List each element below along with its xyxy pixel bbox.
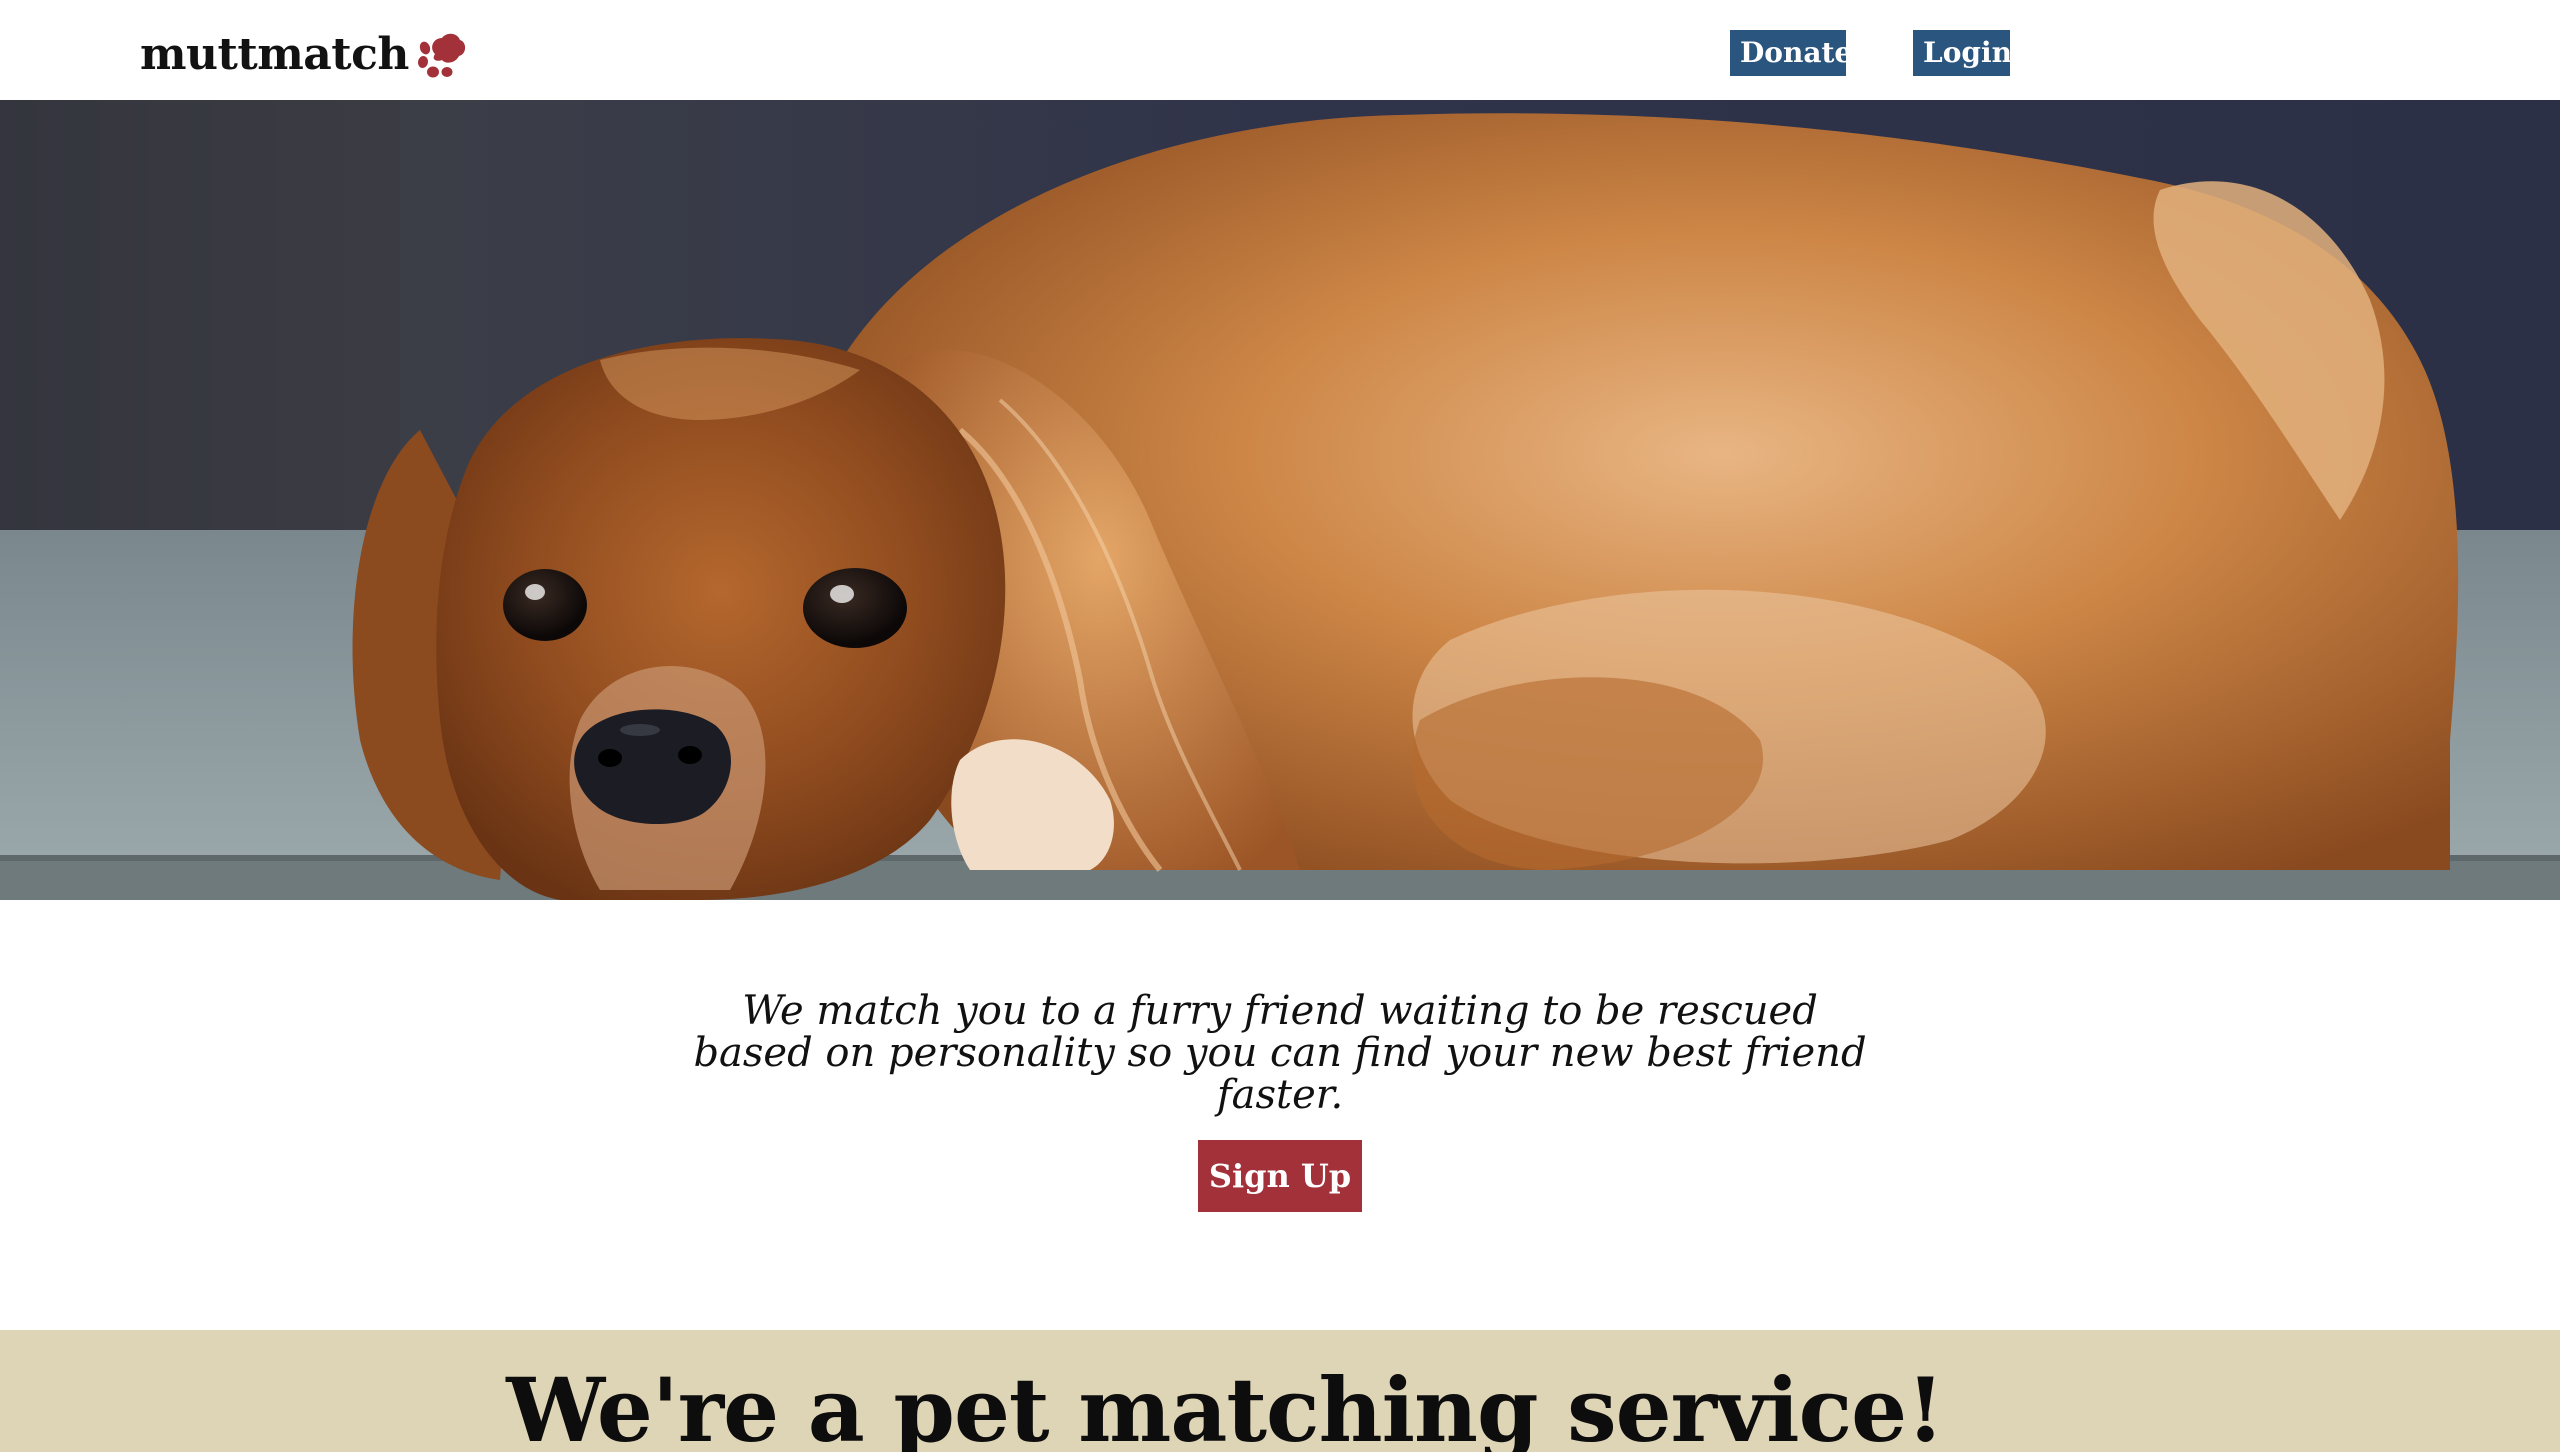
logo-text: muttmatch [140, 28, 409, 80]
about-section: We're a pet matching service! [0, 1330, 2560, 1452]
donate-button[interactable]: Donate [1730, 30, 1852, 76]
dog-photo [0, 100, 2560, 900]
logo-link[interactable]: muttmatch [140, 26, 471, 82]
top-navbar: muttmatch Donate Login [0, 0, 2560, 100]
tagline-text: We match you to a furry friend waiting t… [693, 988, 1867, 1118]
login-button[interactable]: Login [1913, 30, 2012, 76]
sign-up-button[interactable]: Sign Up [1198, 1140, 1362, 1212]
section-heading: We're a pet matching service! [506, 1358, 1945, 1452]
hero-dog-image [0, 100, 2560, 900]
paw-icon [417, 33, 466, 78]
